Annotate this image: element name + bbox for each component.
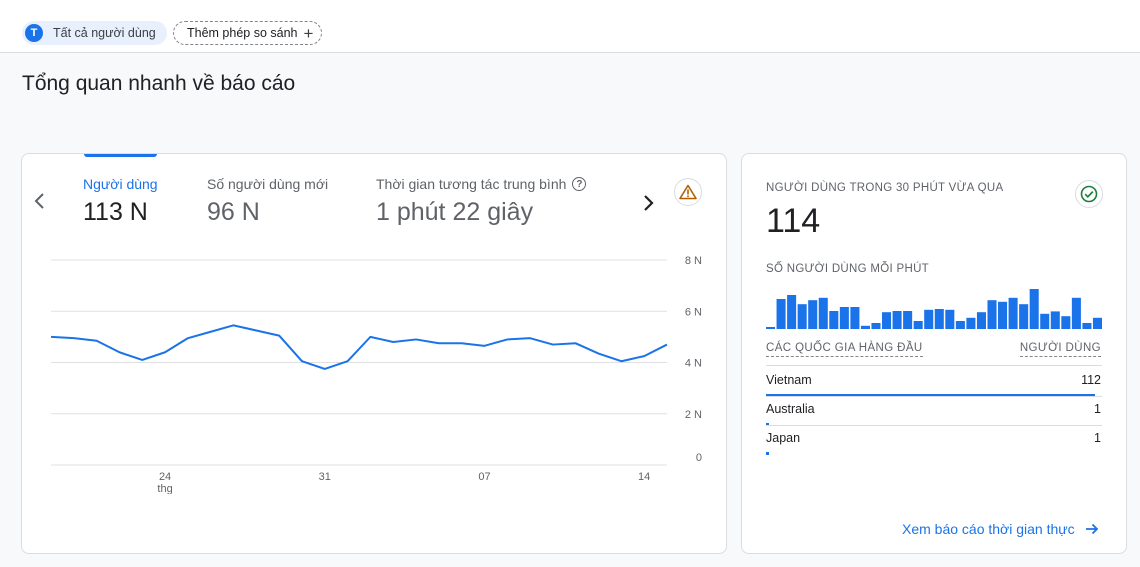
per-minute-bar-chart	[766, 289, 1102, 329]
y-tick-label: 6 N	[685, 306, 702, 318]
x-tick-label: 24	[159, 471, 171, 483]
per-minute-bar	[998, 301, 1008, 329]
per-minute-bar	[839, 307, 849, 329]
divider	[766, 396, 1102, 397]
add-comparison-label: Thêm phép so sánh	[187, 26, 298, 40]
per-minute-bar	[871, 323, 881, 329]
per-minute-bar	[987, 300, 997, 329]
per-minute-bar	[924, 309, 934, 329]
per-minute-bar	[818, 297, 828, 329]
all-users-label: Tất cả người dùng	[53, 26, 156, 40]
all-users-chip[interactable]: T Tất cả người dùng	[22, 21, 167, 45]
per-minute-bar	[808, 300, 818, 329]
x-tick-label: 14	[638, 471, 650, 483]
per-minute-bar	[1029, 289, 1039, 329]
divider	[766, 365, 1102, 366]
top-countries-header[interactable]: CÁC QUỐC GIA HÀNG ĐẦU	[766, 342, 923, 357]
users-column-header[interactable]: NGƯỜI DÙNG	[1019, 342, 1101, 357]
y-tick-label: 4 N	[685, 358, 702, 370]
per-minute-bar	[1071, 297, 1081, 329]
per-minute-bar	[903, 311, 913, 329]
y-tick-label: 0	[696, 452, 702, 464]
per-minute-label: SỐ NGƯỜI DÙNG MỖI PHÚT	[766, 263, 930, 275]
realtime-card: NGƯỜI DÙNG TRONG 30 PHÚT VỪA QUA 114 SỐ …	[741, 153, 1127, 554]
avatar: T	[25, 24, 43, 42]
per-minute-bar	[934, 309, 944, 329]
users-line-chart: 8 N 6 N 4 N 2 N 0 24thg 31 07 14	[50, 255, 702, 494]
realtime-status-button[interactable]	[1075, 180, 1103, 208]
per-minute-bar	[1061, 316, 1071, 329]
comparison-bar: T Tất cả người dùng Thêm phép so sánh +	[0, 0, 1140, 53]
per-minute-bar	[913, 321, 923, 329]
add-comparison-button[interactable]: Thêm phép so sánh +	[173, 21, 323, 45]
y-tick-label: 8 N	[685, 255, 702, 267]
per-minute-bar	[766, 327, 776, 329]
per-minute-bar	[1040, 313, 1050, 329]
check-circle-icon	[1080, 185, 1098, 203]
view-realtime-label: Xem báo cáo thời gian thực	[902, 521, 1075, 537]
per-minute-bar	[892, 311, 902, 329]
per-minute-bar	[1050, 311, 1060, 329]
country-share-bar	[766, 452, 769, 455]
metrics-card: Người dùng 113 N Số người dùng mới 96 N …	[21, 153, 727, 554]
per-minute-bar	[976, 312, 986, 329]
arrow-right-icon	[1085, 523, 1098, 535]
per-minute-bar	[797, 304, 807, 329]
per-minute-bar	[1008, 297, 1018, 329]
country-name: Australia	[766, 402, 815, 416]
realtime-title: NGƯỜI DÙNG TRONG 30 PHÚT VỪA QUA	[766, 182, 1004, 194]
page-title: Tổng quan nhanh về báo cáo	[22, 72, 296, 95]
per-minute-bar	[787, 295, 797, 329]
per-minute-bar	[829, 311, 839, 329]
country-users: 1	[1094, 402, 1101, 416]
view-realtime-report-link[interactable]: Xem báo cáo thời gian thực	[902, 521, 1099, 537]
country-users: 112	[1081, 373, 1101, 387]
per-minute-bar	[1082, 323, 1092, 329]
per-minute-bar	[966, 317, 976, 329]
x-tick-label: 07	[478, 471, 490, 483]
plus-icon: +	[303, 23, 314, 43]
per-minute-bar	[850, 307, 860, 329]
x-tick-sublabel: thg	[157, 483, 172, 494]
per-minute-bar	[1092, 317, 1102, 329]
country-users: 1	[1094, 431, 1101, 445]
per-minute-bar	[1019, 304, 1029, 329]
x-tick-label: 31	[319, 471, 331, 483]
divider	[766, 425, 1102, 426]
per-minute-bar	[955, 321, 965, 329]
country-name: Japan	[766, 431, 801, 445]
country-name: Vietnam	[766, 373, 812, 387]
per-minute-bar	[945, 309, 955, 329]
per-minute-bar	[776, 299, 786, 329]
per-minute-bar	[860, 325, 870, 329]
y-tick-label: 2 N	[685, 409, 702, 421]
realtime-user-count: 114	[766, 202, 821, 240]
per-minute-bar	[882, 312, 892, 329]
